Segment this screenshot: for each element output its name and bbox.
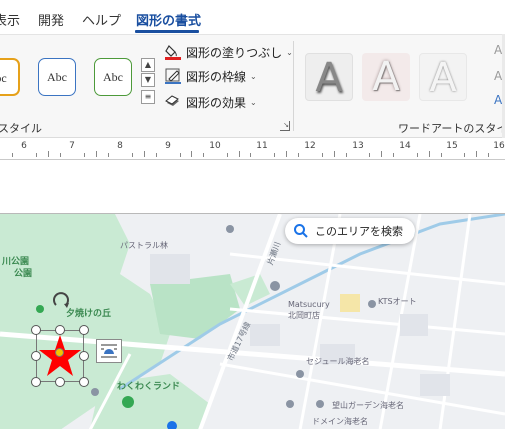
- resize-handle[interactable]: [31, 325, 41, 335]
- gallery-scroll-down-button[interactable]: ▼: [141, 73, 155, 87]
- tab-developer[interactable]: 開発: [38, 10, 64, 29]
- chevron-more-icon: ≡: [144, 92, 152, 101]
- resize-handle[interactable]: [31, 377, 41, 387]
- ruler-label: 12: [304, 141, 316, 151]
- ruler-label: 11: [256, 141, 268, 151]
- search-icon: [293, 223, 309, 239]
- chevron-down-icon: ⌄: [250, 97, 257, 107]
- resize-handle[interactable]: [79, 377, 89, 387]
- layout-options-button[interactable]: [96, 339, 122, 363]
- shape-style-preview-2[interactable]: Abc: [38, 58, 76, 96]
- tab-help[interactable]: ヘルプ: [82, 10, 121, 29]
- shape-effects-button[interactable]: 図形の効果 ⌄: [164, 93, 257, 111]
- shape-outline-label: 図形の枠線: [186, 69, 247, 84]
- ruler-label: 15: [446, 141, 458, 151]
- shape-style-preview-3[interactable]: Abc: [94, 58, 132, 96]
- dialog-launcher-icon[interactable]: ↘: [280, 121, 290, 131]
- resize-handle[interactable]: [79, 325, 89, 335]
- map-place-label: 北岡町店: [288, 311, 320, 320]
- shape-style-preview-1[interactable]: bc: [0, 58, 20, 96]
- shape-styles-group-label: スタイル: [0, 122, 42, 135]
- ruler-label: 10: [209, 141, 221, 151]
- ruler-label: 13: [352, 141, 364, 151]
- ruler-label: 14: [399, 141, 411, 151]
- chevron-down-icon: ⌄: [286, 47, 293, 57]
- map-place-label: セジュール海老名: [306, 357, 370, 366]
- active-tab-indicator: [135, 30, 199, 33]
- ribbon: bc Abc Abc ▲ ▼ ≡ スタイル 図形の塗りつぶし ⌄ 図形の枠線 ⌄: [0, 34, 505, 138]
- group-divider: [293, 41, 294, 131]
- wordart-style-preview-2[interactable]: A: [362, 53, 410, 101]
- map-drawing: [0, 214, 505, 429]
- ruler-label: 7: [69, 141, 75, 151]
- map-place-label: パストラル林: [120, 241, 168, 250]
- map-place-label: 夕焼けの丘: [66, 309, 112, 319]
- gallery-more-button[interactable]: ≡: [141, 90, 155, 104]
- rotate-handle-icon[interactable]: [50, 290, 72, 312]
- map-place-label: KTSオート: [378, 297, 417, 306]
- ruler-label: 8: [117, 141, 123, 151]
- resize-handle[interactable]: [55, 377, 65, 387]
- resize-handle[interactable]: [79, 351, 89, 361]
- wordart-style-preview-1[interactable]: A: [305, 53, 353, 101]
- ruler-label: 9: [165, 141, 171, 151]
- resize-handle[interactable]: [31, 351, 41, 361]
- pen-outline-icon: [164, 67, 182, 85]
- shape-effects-icon: [164, 93, 182, 111]
- map-place-label: わくわくランド: [117, 382, 181, 392]
- map-place-label: 望山ガーデン海老名: [332, 401, 404, 410]
- map-place-label: 公園: [14, 269, 33, 279]
- ruler-label: 16: [493, 141, 505, 151]
- horizontal-ruler[interactable]: 6 7 8 9 10 11 12 13 14 15 16: [0, 138, 505, 160]
- ribbon-tab-bar: 表示 開発 ヘルプ 図形の書式: [0, 0, 505, 34]
- gallery-scroll-up-button[interactable]: ▲: [141, 58, 155, 72]
- tab-view[interactable]: 表示: [0, 10, 20, 29]
- document-page[interactable]: [0, 161, 505, 213]
- layout-options-icon: [101, 344, 117, 358]
- wordart-style-preview-3[interactable]: A: [419, 53, 467, 101]
- chevron-down-icon: ⌄: [250, 71, 257, 81]
- shape-outline-button[interactable]: 図形の枠線 ⌄: [164, 67, 257, 85]
- tab-shape-format[interactable]: 図形の書式: [136, 10, 201, 29]
- shape-fill-button[interactable]: 図形の塗りつぶし ⌄: [164, 43, 293, 61]
- resize-handle[interactable]: [55, 325, 65, 335]
- map-place-label: ドメイン海老名: [312, 417, 368, 426]
- adjustment-handle[interactable]: [55, 348, 64, 357]
- search-this-area-label: このエリアを検索: [315, 225, 403, 238]
- shape-effects-label: 図形の効果: [186, 95, 247, 110]
- search-this-area-button[interactable]: このエリアを検索: [285, 218, 415, 244]
- shape-fill-label: 図形の塗りつぶし: [186, 45, 283, 60]
- paint-bucket-icon: [164, 43, 182, 61]
- map-image[interactable]: このエリアを検索 川公園 公園 パストラル林 夕焼けの丘 Matsucury 北…: [0, 213, 505, 429]
- wordart-styles-group-label: ワードアートのスタイル: [398, 122, 505, 135]
- map-place-label: Matsucury: [288, 300, 330, 309]
- ruler-label: 6: [21, 141, 27, 151]
